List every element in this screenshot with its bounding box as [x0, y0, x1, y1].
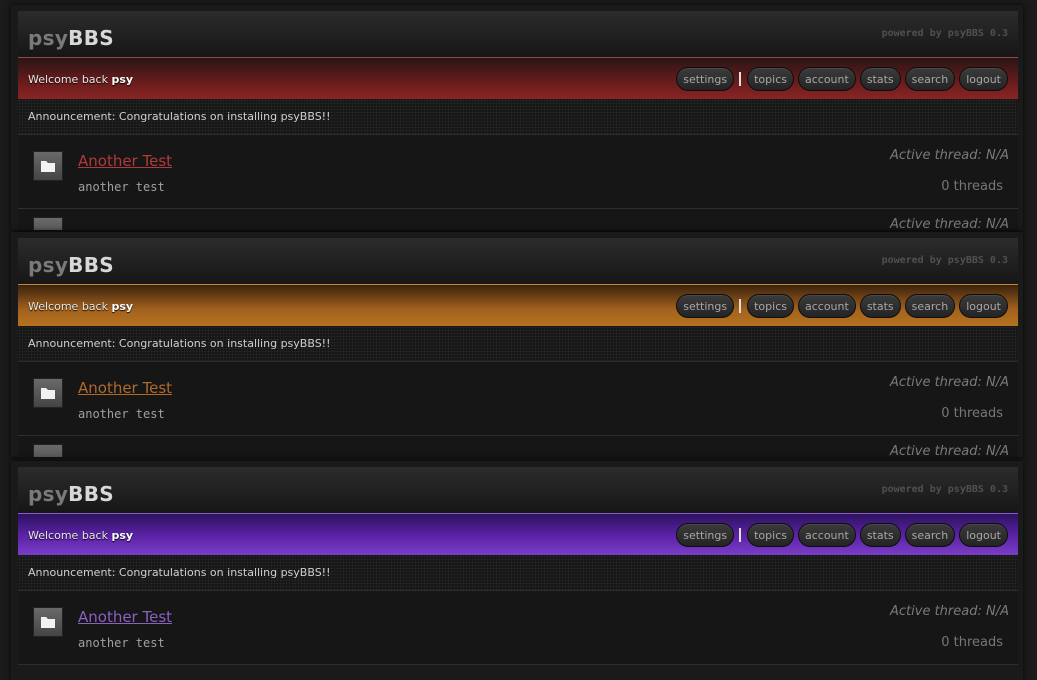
logo-suffix: BBS — [68, 26, 114, 50]
main-nav: settings topics account stats search log… — [672, 293, 1008, 319]
main-nav: settings topics account stats search log… — [672, 66, 1008, 92]
logout-button[interactable]: logout — [959, 523, 1008, 547]
nav-separator — [739, 72, 742, 86]
folder-icon — [33, 151, 63, 181]
topics-button[interactable]: topics — [747, 294, 794, 318]
announcement-text: Announcement: Congratulations on install… — [28, 566, 331, 579]
folder-icon — [33, 217, 63, 230]
topic-title-link[interactable]: Another Test — [78, 152, 172, 170]
topics-button[interactable]: topics — [747, 523, 794, 547]
announcement-text: Announcement: Congratulations on install… — [28, 337, 331, 350]
site-header: psyBBS powered by psyBBS 0.3 — [18, 11, 1018, 58]
topic-description: another test — [78, 636, 165, 650]
settings-button[interactable]: settings — [676, 523, 735, 547]
next-topic-row: Active thread: N/A — [18, 436, 1018, 457]
stats-button[interactable]: stats — [859, 294, 901, 318]
welcome-username[interactable]: psy — [111, 300, 133, 313]
welcome-text: Welcome back — [28, 300, 108, 313]
site-logo[interactable]: psyBBS — [28, 253, 114, 277]
announcement-text: Announcement: Congratulations on install… — [28, 110, 331, 123]
folder-icon — [33, 444, 63, 457]
welcome-text: Welcome back — [28, 73, 108, 86]
psybbs-panel-red: psyBBS powered by psyBBS 0.3 Welcome bac… — [11, 5, 1023, 230]
active-thread: Active thread: N/A — [890, 375, 1009, 390]
thread-count: 0 threads — [941, 406, 1003, 421]
welcome-bar: Welcome back psy settings topics account… — [18, 513, 1018, 556]
topics-button[interactable]: topics — [747, 67, 794, 91]
search-button[interactable]: search — [904, 67, 956, 91]
topic-row: Another Test another test Active thread:… — [18, 591, 1018, 665]
logo-prefix: psy — [28, 26, 69, 50]
powered-by-text: powered by psyBBS 0.3 — [881, 484, 1008, 495]
settings-button[interactable]: settings — [676, 294, 735, 318]
welcome-bar: Welcome back psy settings topics account… — [18, 284, 1018, 327]
folder-icon — [33, 378, 63, 408]
topic-title-link[interactable]: Another Test — [78, 379, 172, 397]
next-topic-row: Active thread: N/A — [18, 209, 1018, 230]
thread-count: 0 threads — [941, 179, 1003, 194]
main-nav: settings topics account stats search log… — [672, 522, 1008, 548]
folder-icon — [33, 607, 63, 637]
search-button[interactable]: search — [904, 523, 956, 547]
announcement-bar: Announcement: Congratulations on install… — [18, 326, 1018, 362]
nav-separator — [739, 528, 742, 542]
welcome-bar: Welcome back psy settings topics account… — [18, 57, 1018, 100]
active-thread: Active thread: N/A — [890, 444, 1009, 457]
account-button[interactable]: account — [797, 294, 856, 318]
welcome-message: Welcome back psy — [28, 529, 133, 542]
welcome-message: Welcome back psy — [28, 300, 133, 313]
logo-suffix: BBS — [68, 253, 114, 277]
active-thread: Active thread: N/A — [890, 217, 1009, 230]
topic-description: another test — [78, 180, 165, 194]
topic-row: Another Test another test Active thread:… — [18, 362, 1018, 436]
logo-prefix: psy — [28, 482, 69, 506]
stats-button[interactable]: stats — [859, 523, 901, 547]
active-thread: Active thread: N/A — [890, 148, 1009, 163]
stats-button[interactable]: stats — [859, 67, 901, 91]
search-button[interactable]: search — [904, 294, 956, 318]
logout-button[interactable]: logout — [959, 67, 1008, 91]
logout-button[interactable]: logout — [959, 294, 1008, 318]
psybbs-panel-orange: psyBBS powered by psyBBS 0.3 Welcome bac… — [11, 232, 1023, 457]
welcome-username[interactable]: psy — [111, 529, 133, 542]
thread-count: 0 threads — [941, 635, 1003, 650]
announcement-bar: Announcement: Congratulations on install… — [18, 555, 1018, 591]
settings-button[interactable]: settings — [676, 67, 735, 91]
announcement-bar: Announcement: Congratulations on install… — [18, 99, 1018, 135]
logo-suffix: BBS — [68, 482, 114, 506]
welcome-username[interactable]: psy — [111, 73, 133, 86]
topic-title-link[interactable]: Another Test — [78, 608, 172, 626]
welcome-text: Welcome back — [28, 529, 108, 542]
account-button[interactable]: account — [797, 67, 856, 91]
powered-by-text: powered by psyBBS 0.3 — [881, 28, 1008, 39]
site-logo[interactable]: psyBBS — [28, 482, 114, 506]
logo-prefix: psy — [28, 253, 69, 277]
account-button[interactable]: account — [797, 523, 856, 547]
topic-row: Another Test another test Active thread:… — [18, 135, 1018, 209]
nav-separator — [739, 299, 742, 313]
powered-by-text: powered by psyBBS 0.3 — [881, 255, 1008, 266]
site-header: psyBBS powered by psyBBS 0.3 — [18, 238, 1018, 285]
psybbs-panel-purple: psyBBS powered by psyBBS 0.3 Welcome bac… — [11, 461, 1023, 680]
welcome-message: Welcome back psy — [28, 73, 133, 86]
site-header: psyBBS powered by psyBBS 0.3 — [18, 467, 1018, 514]
active-thread: Active thread: N/A — [890, 604, 1009, 619]
site-logo[interactable]: psyBBS — [28, 26, 114, 50]
topic-description: another test — [78, 407, 165, 421]
